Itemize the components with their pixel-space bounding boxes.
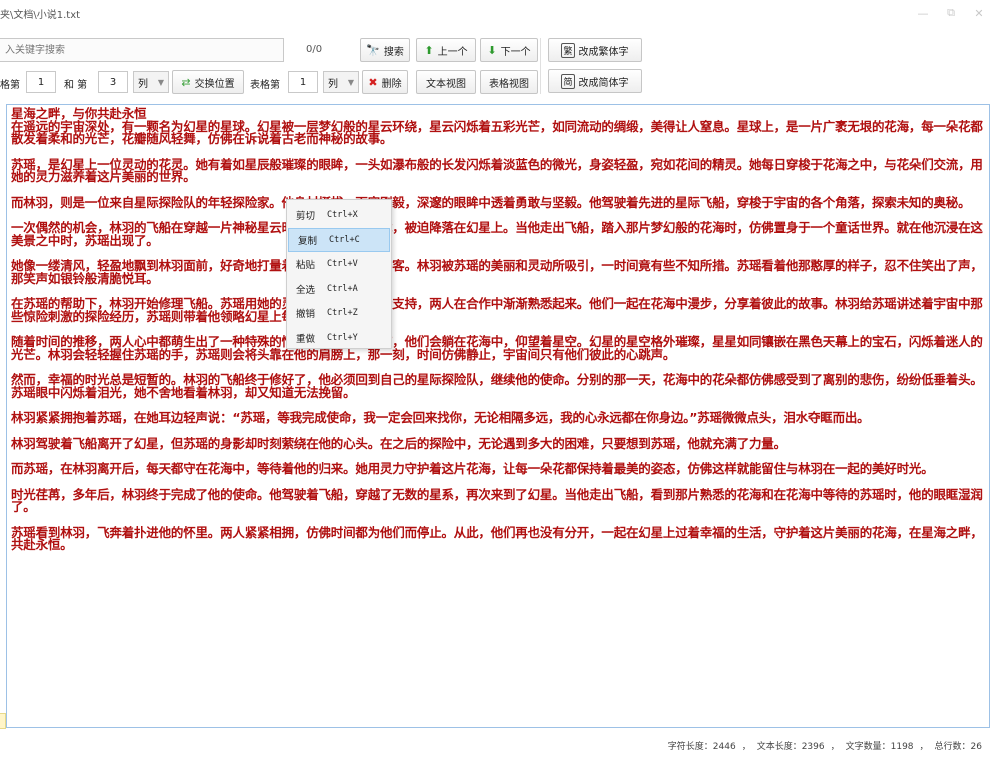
arrow-down-icon: ⬇ — [487, 43, 497, 57]
convert-simplified-button[interactable]: 简 改成简体字 — [548, 69, 642, 93]
status-sep: ， — [830, 741, 840, 752]
menu-item-shortcut: Ctrl+Z — [327, 308, 358, 319]
menu-item-shortcut: Ctrl+C — [329, 234, 360, 245]
title-bar: 夹\文档\小说1.txt — ⧉ ✕ — [0, 0, 992, 26]
window-controls: — ⧉ ✕ — [916, 6, 986, 20]
col2-input[interactable]: 3 — [98, 71, 128, 93]
search-button-label: 搜索 — [383, 46, 404, 58]
table-col-label: 表格第 — [250, 80, 280, 91]
search-input[interactable] — [0, 38, 284, 62]
window-title: 夹\文档\小说1.txt — [0, 9, 81, 21]
text-length: 文本长度：2396 — [756, 741, 825, 752]
word-count: 文字数量：1198 — [845, 741, 914, 752]
paragraph: 然而，幸福的时光总是短暂的。林羽的飞船终于修好了，他必须回到自己的星际探险队，继… — [11, 372, 983, 400]
menu-item-undo[interactable]: 撤销 Ctrl+Z — [287, 301, 391, 326]
convert-traditional-label: 改成繁体字 — [578, 46, 629, 58]
unit-select-2-value: 列 — [328, 78, 338, 90]
convert-simplified-label: 改成简体字 — [578, 77, 629, 89]
paragraph: 在苏瑶的帮助下，林羽开始修理飞船。苏瑶用她的灵力为林羽提供能量支持，两人在合作中… — [11, 296, 983, 324]
convert-traditional-button[interactable]: 繁 改成繁体字 — [548, 38, 642, 62]
text-content: 星海之畔，与你共赴永恒 在遥远的宇宙深处，有一颗名为幻星的星球。幻星被一层梦幻般… — [11, 107, 985, 565]
minimize-icon[interactable]: — — [916, 7, 930, 20]
prev-button-label: 上一个 — [437, 46, 468, 58]
col1-input[interactable]: 1 — [26, 71, 56, 93]
menu-item-label: 撤销 — [296, 309, 316, 321]
paragraph: 林羽驾驶着飞船离开了幻星，但苏瑶的身影却时刻萦绕在他的心头。在之后的探险中，无论… — [11, 435, 786, 451]
chevron-down-icon: ▼ — [347, 77, 354, 87]
unit-select-2[interactable]: 列 ▼ — [323, 71, 359, 93]
traditional-icon: 繁 — [561, 42, 575, 58]
chevron-down-icon: ▼ — [157, 77, 164, 87]
char-length: 字符长度：2446 — [667, 741, 736, 752]
paragraph: 时光荏苒，多年后，林羽终于完成了他的使命。他驾驶着飞船，穿越了无数的星系，再次来… — [11, 486, 983, 514]
paragraph: 她像一缕清风，轻盈地飘到林羽面前，好奇地打量着这位来自异星的访客。林羽被苏瑶的美… — [11, 258, 983, 286]
menu-item-label: 全选 — [296, 284, 316, 296]
menu-item-shortcut: Ctrl+V — [327, 259, 358, 270]
next-button[interactable]: ⬇ 下一个 — [480, 38, 538, 62]
table-view-label: 表格视图 — [489, 78, 529, 90]
total-lines: 总行数：26 — [934, 741, 982, 752]
delete-x-icon: ✖ — [368, 75, 378, 89]
status-sep: ， — [919, 741, 929, 752]
menu-item-label: 粘贴 — [296, 260, 316, 272]
paragraph: 苏瑶，是幻星上一位灵动的花灵。她有着如星辰般璀璨的眼眸，一头如瀑布般的长发闪烁着… — [11, 156, 983, 184]
unit-select-1-value: 列 — [138, 78, 148, 90]
menu-item-copy[interactable]: 复制 Ctrl+C — [288, 227, 390, 252]
paragraph: 而林羽，则是一位来自星际探险队的年轻探险家。他身材挺拔，面容刚毅，深邃的眼眸中透… — [11, 194, 971, 210]
paragraph: 随着时间的推移，两人心中都萌生出了一种特殊的情感。每当夜幕降临，他们会躺在花海中… — [11, 334, 983, 362]
paragraph: 苏瑶看到林羽，飞奔着扑进他的怀里。两人紧紧相拥，仿佛时间都为他们而停止。从此，他… — [11, 524, 983, 552]
menu-item-redo[interactable]: 重做 Ctrl+Y — [287, 326, 391, 351]
menu-item-cut[interactable]: 剪切 Ctrl+X — [287, 203, 391, 228]
menu-item-shortcut: Ctrl+A — [327, 283, 358, 294]
col-label-prefix: 格第 — [0, 80, 20, 91]
menu-item-label: 剪切 — [296, 211, 316, 223]
text-view-label: 文本视图 — [426, 78, 466, 90]
menu-item-select-all[interactable]: 全选 Ctrl+A — [287, 277, 391, 302]
paragraph: 林羽紧紧拥抱着苏瑶，在她耳边轻声说：“苏瑶，等我完成使命，我一定会回来找你，无论… — [11, 410, 870, 425]
side-tab-handle[interactable] — [0, 713, 6, 729]
context-menu: 剪切 Ctrl+X 复制 Ctrl+C 粘贴 Ctrl+V 全选 Ctrl+A … — [286, 199, 392, 349]
maximize-icon[interactable]: ⧉ — [944, 6, 958, 20]
swap-button[interactable]: ⇄ 交换位置 — [172, 70, 244, 94]
and-label: 和 第 — [64, 80, 88, 91]
arrow-up-icon: ⬆ — [424, 43, 434, 57]
table-view-button[interactable]: 表格视图 — [480, 70, 538, 94]
toolbar-divider — [540, 38, 541, 94]
menu-item-label: 重做 — [296, 333, 316, 345]
paragraph: 在遥远的宇宙深处，有一颗名为幻星的星球。幻星被一层梦幻般的星云环绕，星云闪烁着五… — [11, 118, 983, 146]
text-view-button[interactable]: 文本视图 — [416, 70, 476, 94]
paragraph: 而苏瑶，在林羽离开后，每天都守在花海中，等待着他的归来。她用灵力守护着这片花海，… — [11, 461, 934, 476]
prev-button[interactable]: ⬆ 上一个 — [416, 38, 476, 62]
match-count: 0/0 — [306, 44, 323, 55]
status-bar: 字符长度：2446 ， 文本长度：2396 ， 文字数量：1198 ， 总行数：… — [0, 736, 992, 754]
search-button[interactable]: 🔭 搜索 — [360, 38, 410, 62]
menu-item-paste[interactable]: 粘贴 Ctrl+V — [287, 252, 391, 277]
close-icon[interactable]: ✕ — [972, 7, 986, 20]
paragraph: 一次偶然的机会，林羽的飞船在穿越一片神秘星云时，突然出现了故障，被迫降落在幻星上… — [11, 220, 983, 248]
swap-button-label: 交换位置 — [194, 78, 235, 90]
menu-item-label: 复制 — [298, 235, 318, 247]
col3-input[interactable]: 1 — [288, 71, 318, 93]
binoculars-icon: 🔭 — [366, 43, 380, 57]
status-sep: ， — [741, 741, 751, 752]
simplified-icon: 简 — [561, 73, 575, 89]
swap-icon: ⇄ — [181, 75, 191, 89]
next-button-label: 下一个 — [500, 46, 531, 58]
unit-select-1[interactable]: 列 ▼ — [133, 71, 169, 93]
menu-item-shortcut: Ctrl+Y — [327, 332, 358, 343]
delete-button-label: 删除 — [381, 78, 402, 90]
menu-item-shortcut: Ctrl+X — [327, 210, 358, 221]
text-editor[interactable]: 星海之畔，与你共赴永恒 在遥远的宇宙深处，有一颗名为幻星的星球。幻星被一层梦幻般… — [6, 104, 990, 728]
delete-button[interactable]: ✖ 删除 — [362, 70, 408, 94]
